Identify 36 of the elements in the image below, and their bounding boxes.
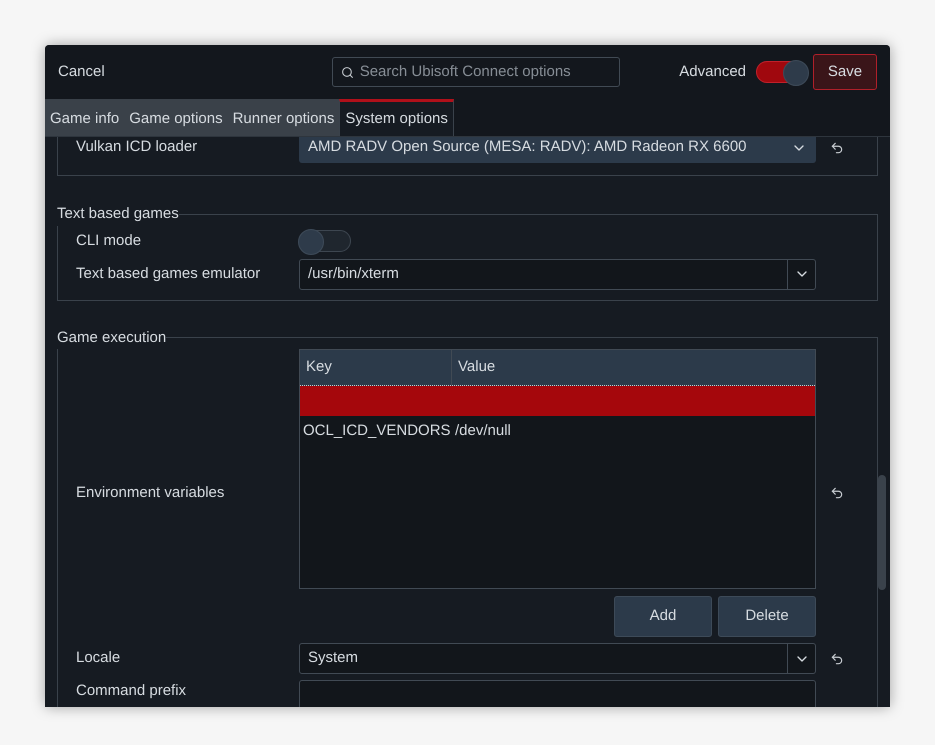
tab[interactable]: Runner options [228, 99, 340, 136]
text-field[interactable] [299, 680, 816, 707]
toggle-switch[interactable] [299, 230, 351, 252]
reset-icon[interactable] [830, 140, 844, 154]
toggle-switch[interactable] [756, 61, 808, 83]
dropdown[interactable]: AMD RADV Open Source (MESA: RADV): AMD Radeon RX 6600 [299, 137, 816, 162]
scrollbar-thumb[interactable] [878, 475, 886, 590]
table-row[interactable]: OCL_ICD_VENDORS /dev/null [300, 416, 815, 446]
option-label: Vulkan ICD loader [75, 137, 198, 158]
section-title: Text based games [57, 204, 179, 224]
save-button[interactable]: Save [813, 54, 877, 90]
cancel-button[interactable]: Cancel [58, 60, 105, 84]
table-cell-text: OCL_ICD_VENDORS [302, 420, 452, 441]
column-header[interactable]: Value [452, 350, 815, 385]
option-label: Environment variables [75, 482, 226, 503]
table-cell-text: /dev/null [454, 420, 512, 441]
option-label: Locale [75, 648, 122, 668]
column-header[interactable]: Key [300, 350, 452, 385]
advanced-label: Advanced [679, 62, 746, 82]
combo-value: /usr/bin/xterm [307, 264, 400, 284]
reset-icon[interactable] [830, 486, 844, 500]
search-icon [340, 66, 354, 78]
table-button[interactable]: Delete [718, 596, 816, 637]
table-button[interactable]: Add [614, 596, 712, 637]
reset-icon[interactable] [830, 652, 844, 666]
tab[interactable]: Game options [124, 99, 228, 136]
combo-value: System [307, 648, 360, 668]
tab[interactable]: System options [339, 99, 454, 136]
combo-box[interactable]: /usr/bin/xterm [299, 258, 816, 290]
combo-box[interactable]: System [299, 643, 816, 674]
search-field[interactable]: Search Ubisoft Connect options [332, 57, 620, 87]
option-label: Command prefix [75, 681, 188, 701]
option-label: CLI mode [75, 230, 142, 251]
section-title: Game execution [57, 328, 166, 348]
tab[interactable]: Game info [45, 99, 124, 136]
option-label: Text based games emulator [75, 264, 262, 284]
